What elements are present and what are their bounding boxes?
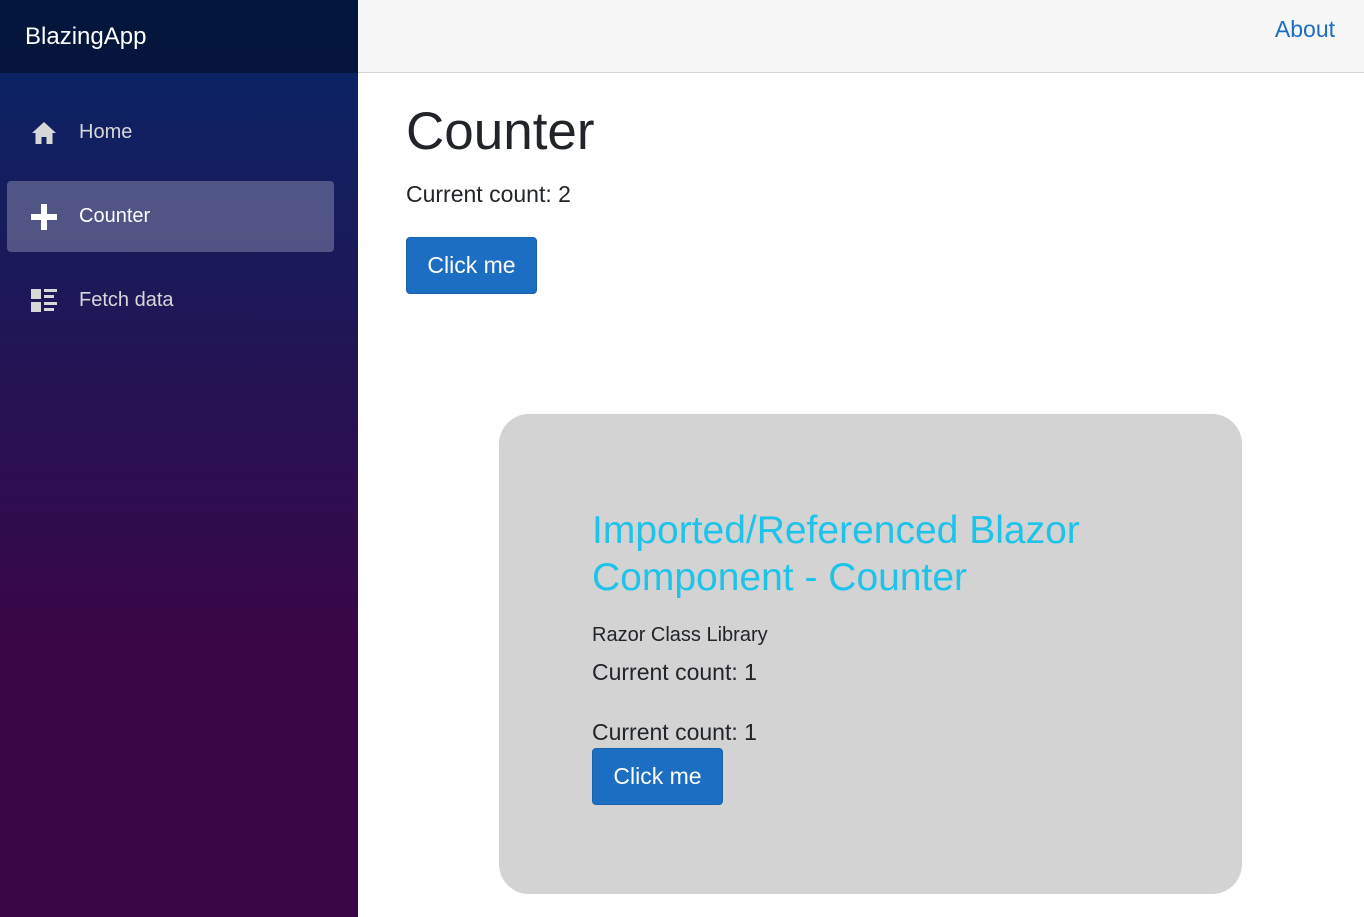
nav-item-fetch-data[interactable]: Fetch data xyxy=(7,265,334,336)
library-click-me-button[interactable]: Click me xyxy=(592,748,723,805)
nav-item-label: Counter xyxy=(79,205,151,227)
home-icon xyxy=(29,118,59,148)
list-rich-icon xyxy=(29,286,59,316)
nav-item-label: Fetch data xyxy=(79,289,174,311)
about-link[interactable]: About xyxy=(1275,16,1335,43)
library-current-count: Current count: 1 xyxy=(592,659,757,685)
click-me-button[interactable]: Click me xyxy=(406,237,537,294)
brand-bar: BlazingApp xyxy=(0,0,358,73)
plus-icon xyxy=(29,202,59,232)
nav-item-counter[interactable]: Counter xyxy=(7,181,334,252)
sidebar: BlazingApp Home Counter Fetch data xyxy=(0,0,358,917)
brand-link[interactable]: BlazingApp xyxy=(25,23,146,51)
app-root: BlazingApp Home Counter Fetch data About… xyxy=(0,0,1364,917)
library-component-inner: Imported/Referenced Blazor Component - C… xyxy=(592,507,1192,805)
top-row: About xyxy=(358,0,1364,73)
nav-item-label: Home xyxy=(79,121,133,143)
library-inner-current-count: Current count: 1 xyxy=(592,719,757,745)
current-count: Current count: 2 xyxy=(406,181,571,207)
nav-menu: Home Counter Fetch data xyxy=(0,73,358,336)
library-component-card: Imported/Referenced Blazor Component - C… xyxy=(499,414,1242,894)
library-subtitle: Razor Class Library xyxy=(592,624,768,646)
main-content: Counter Current count: 2 xyxy=(406,96,1306,208)
library-component-title: Imported/Referenced Blazor Component - C… xyxy=(592,509,1080,599)
nav-item-home[interactable]: Home xyxy=(7,97,334,168)
page-title: Counter xyxy=(406,102,595,161)
